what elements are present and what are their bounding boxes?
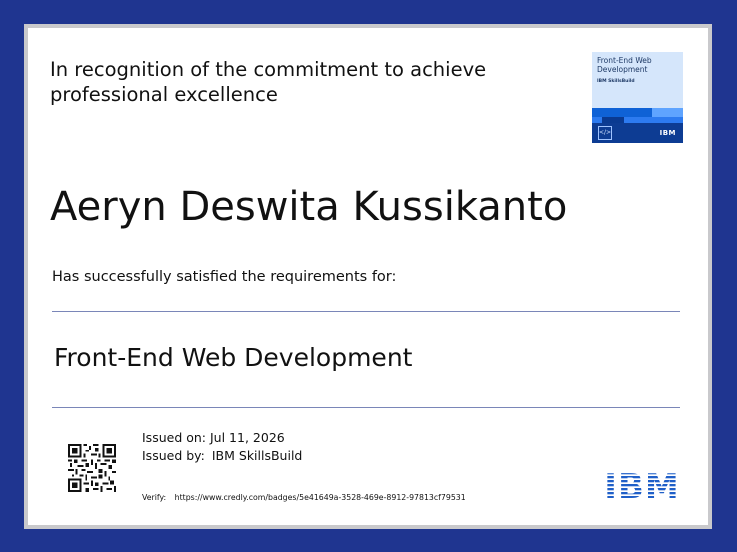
course-badge: Front-End Web Development IBM SkillsBuil…	[592, 52, 683, 143]
qr-code-icon[interactable]	[68, 444, 116, 492]
recognition-statement: In recognition of the commitment to achi…	[50, 57, 520, 107]
verify-label: Verify:	[142, 493, 167, 502]
divider-bottom	[52, 407, 680, 408]
issued-on-label: Issued on:	[142, 430, 207, 445]
verify-row: Verify: https://www.credly.com/badges/5e…	[142, 493, 466, 503]
badge-title: Front-End Web Development	[597, 56, 652, 74]
issued-by-row: Issued by: IBM SkillsBuild	[142, 447, 302, 465]
issued-on-row: Issued on: Jul 11, 2026	[142, 429, 302, 447]
recognition-line-2: professional excellence	[50, 83, 278, 106]
badge-title-line-2: Development	[597, 65, 648, 74]
requirement-text: Has successfully satisfied the requireme…	[52, 269, 397, 285]
divider-top	[52, 311, 680, 312]
badge-title-line-1: Front-End Web	[597, 56, 652, 65]
issued-by-label: Issued by:	[142, 448, 205, 463]
verify-link[interactable]: https://www.credly.com/badges/5e41649a-3…	[175, 493, 466, 502]
issued-by-value: IBM SkillsBuild	[211, 448, 303, 463]
recognition-line-1: In recognition of the commitment to achi…	[50, 58, 487, 81]
code-icon: </>	[598, 126, 612, 140]
badge-brand: IBM	[659, 129, 676, 137]
recipient-name: Aeryn Deswita Kussikanto	[50, 184, 568, 230]
issue-details: Issued on: Jul 11, 2026 Issued by: IBM S…	[142, 429, 302, 465]
badge-band-accent	[652, 108, 683, 117]
course-title: Front-End Web Development	[54, 343, 413, 372]
svg-text:IBM: IBM	[604, 468, 679, 500]
badge-provider: IBM SkillsBuild	[597, 79, 635, 84]
ibm-logo: IBM	[604, 468, 679, 500]
issued-on-value: Jul 11, 2026	[210, 430, 285, 445]
